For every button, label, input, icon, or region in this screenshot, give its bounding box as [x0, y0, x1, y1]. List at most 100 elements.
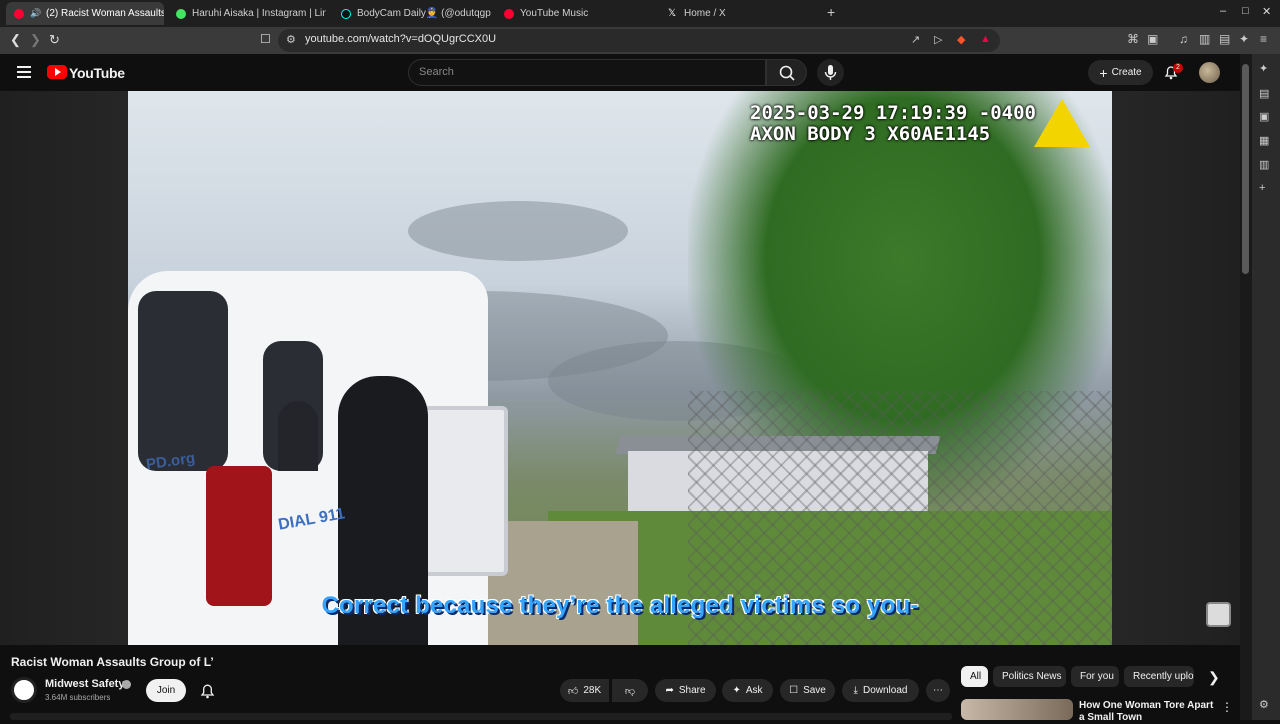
maximize-button[interactable]: □ — [1242, 5, 1249, 17]
new-tab-button[interactable]: + — [827, 4, 835, 20]
x-logo-icon: 𝕏 — [668, 8, 677, 19]
youtube-logo-text[interactable]: YouTube — [69, 65, 125, 81]
bodycam-device-id: AXON BODY 3 X60AE1145 — [750, 123, 991, 145]
ask-button[interactable]: ✦ Ask — [722, 679, 773, 702]
chip-for-you[interactable]: For you — [1071, 666, 1119, 687]
browser-tab-x[interactable]: 𝕏 Home / X — [660, 2, 818, 25]
video-frame[interactable]: PD.org DIAL 911 2025-03-29 17:19:39 -040… — [128, 91, 1112, 645]
more-vertical-icon[interactable]: ⋮ — [1221, 700, 1233, 714]
recommendation-title[interactable]: How One Woman Tore Apart a Small Town — [1079, 700, 1219, 724]
chevron-right-icon[interactable]: ❯ — [1208, 669, 1220, 686]
forward-arrow-icon[interactable]: ❯ — [30, 32, 41, 48]
send-to-device-icon[interactable]: ▷ — [934, 33, 942, 46]
search-button[interactable] — [766, 59, 807, 86]
minimize-button[interactable]: – — [1220, 5, 1226, 17]
van-rear-window — [138, 291, 228, 471]
extensions-icon[interactable]: ⌘ — [1127, 32, 1139, 46]
menu-icon[interactable]: ≡ — [1260, 32, 1267, 46]
chip-all[interactable]: All — [961, 666, 988, 687]
notification-badge: 2 — [1173, 63, 1183, 73]
chip-politics-news[interactable]: Politics News — [993, 666, 1066, 687]
dislike-button[interactable]: 👎︎ — [612, 679, 648, 702]
create-label: Create — [1111, 67, 1142, 78]
browser-tab-tiktok[interactable]: BodyCam Daily👮 (@odutqgp71 — [333, 2, 491, 25]
plus-icon: + — [1099, 64, 1108, 81]
save-label: Save — [803, 685, 826, 696]
tab-title: (2) Racist Woman Assaults — [46, 8, 164, 19]
tab-title: YouTube Music — [520, 8, 589, 19]
create-button[interactable]: + Create — [1088, 60, 1153, 85]
bookmarks-panel-icon[interactable]: ▣ — [1259, 110, 1269, 123]
browser-tab-youtube-music[interactable]: YouTube Music — [496, 2, 654, 25]
subscribe-notifications-button[interactable] — [196, 679, 219, 702]
download-label: Download — [862, 685, 908, 696]
tab-groups-icon[interactable]: ▣ — [1147, 32, 1158, 46]
tiktok-favicon-icon — [341, 8, 351, 19]
youtube-favicon-icon — [14, 8, 24, 19]
close-window-button[interactable]: ✕ — [1262, 5, 1271, 18]
browser-toolbar: ❮ ❯ ↻ ☐ — [0, 27, 1280, 54]
thumbs-up-icon: 👍︎ — [567, 685, 579, 697]
search-input[interactable]: Search — [408, 59, 766, 86]
share-button[interactable]: ➦ Share — [655, 679, 716, 702]
tab-title: Haruhi Aisaka | Instagram | Lin — [192, 8, 326, 19]
more-actions-button[interactable]: ⋯ — [926, 679, 950, 702]
account-avatar[interactable] — [1199, 62, 1220, 83]
sidebar-toggle-icon[interactable]: ▥ — [1199, 32, 1210, 46]
leo-ai-icon[interactable]: ✦ — [1239, 32, 1249, 46]
save-bookmark-icon: ☐ — [789, 685, 799, 696]
open-in-app-icon[interactable]: ↗ — [911, 33, 920, 46]
browser-tab-linktree[interactable]: Haruhi Aisaka | Instagram | Lin — [168, 2, 326, 25]
site-info-icon[interactable]: ⚙ — [286, 33, 296, 46]
description-box[interactable] — [10, 713, 952, 720]
bodycam-timestamp: 2025-03-29 17:19:39 -0400 — [750, 102, 1036, 124]
like-button[interactable]: 👍︎ 28K — [560, 679, 609, 702]
brave-rewards-icon[interactable]: ▲ — [980, 33, 991, 45]
microphone-icon — [824, 65, 837, 80]
back-arrow-icon[interactable]: ❮ — [10, 32, 21, 48]
ask-label: Ask — [745, 685, 763, 696]
share-label: Share — [678, 685, 706, 696]
subscriber-count: 3.64M subscribers — [45, 693, 111, 702]
officer-in-window — [278, 401, 318, 471]
download-button[interactable]: ⤓ Download — [842, 679, 919, 702]
audio-playing-icon[interactable]: 🔊 — [30, 8, 41, 19]
reload-icon[interactable]: ↻ — [49, 32, 60, 48]
guide-menu-icon[interactable] — [17, 66, 31, 78]
brave-shield-icon[interactable]: ◆ — [957, 33, 965, 46]
save-button[interactable]: ☐ Save — [780, 679, 835, 702]
channel-avatar[interactable] — [11, 677, 37, 703]
browser-tab-youtube-video[interactable]: 🔊 (2) Racist Woman Assaults ✕ — [6, 2, 164, 25]
youtube-logo-icon[interactable] — [47, 65, 67, 79]
add-panel-icon[interactable]: + — [1259, 182, 1265, 194]
channel-name[interactable]: Midwest Safety — [45, 678, 124, 690]
playlist-panel-icon[interactable]: ▥ — [1259, 158, 1269, 171]
channel-watermark-icon[interactable] — [1206, 602, 1231, 627]
youtube-music-favicon-icon — [504, 8, 514, 19]
join-button[interactable]: Join — [146, 679, 186, 702]
search-icon — [779, 65, 795, 81]
chip-recently-uploaded[interactable]: Recently uploa — [1124, 666, 1194, 687]
tab-title: Home / X — [684, 8, 726, 19]
media-controls-icon[interactable]: ♫ — [1179, 32, 1188, 46]
van-open-door — [418, 406, 508, 576]
thumbs-down-icon: 👎︎ — [624, 685, 636, 697]
download-icon: ⤓ — [853, 685, 858, 696]
cloud — [408, 201, 628, 261]
address-bar-url[interactable]: youtube.com/watch?v=dOQUgrCCX0U — [305, 33, 496, 45]
bookmark-icon[interactable]: ☐ — [260, 32, 271, 46]
history-panel-icon[interactable]: ▦ — [1259, 134, 1269, 147]
browser-sidebar — [1252, 54, 1280, 720]
scrollbar-thumb[interactable] — [1242, 64, 1249, 274]
sidebar-settings-icon[interactable]: ⚙ — [1259, 698, 1269, 711]
voice-search-button[interactable] — [817, 59, 844, 86]
bell-icon — [200, 684, 215, 699]
wallet-icon[interactable]: ▤ — [1219, 32, 1230, 46]
linktree-favicon-icon — [176, 8, 186, 19]
recommendation-thumbnail[interactable] — [961, 699, 1073, 720]
van-taillight — [206, 466, 272, 606]
axon-logo-icon — [1034, 99, 1090, 147]
reading-list-icon[interactable]: ▤ — [1259, 87, 1269, 100]
video-title: Racist Woman Assaults Group of L’ — [11, 655, 214, 669]
leo-sidebar-icon[interactable]: ✦ — [1259, 62, 1268, 75]
